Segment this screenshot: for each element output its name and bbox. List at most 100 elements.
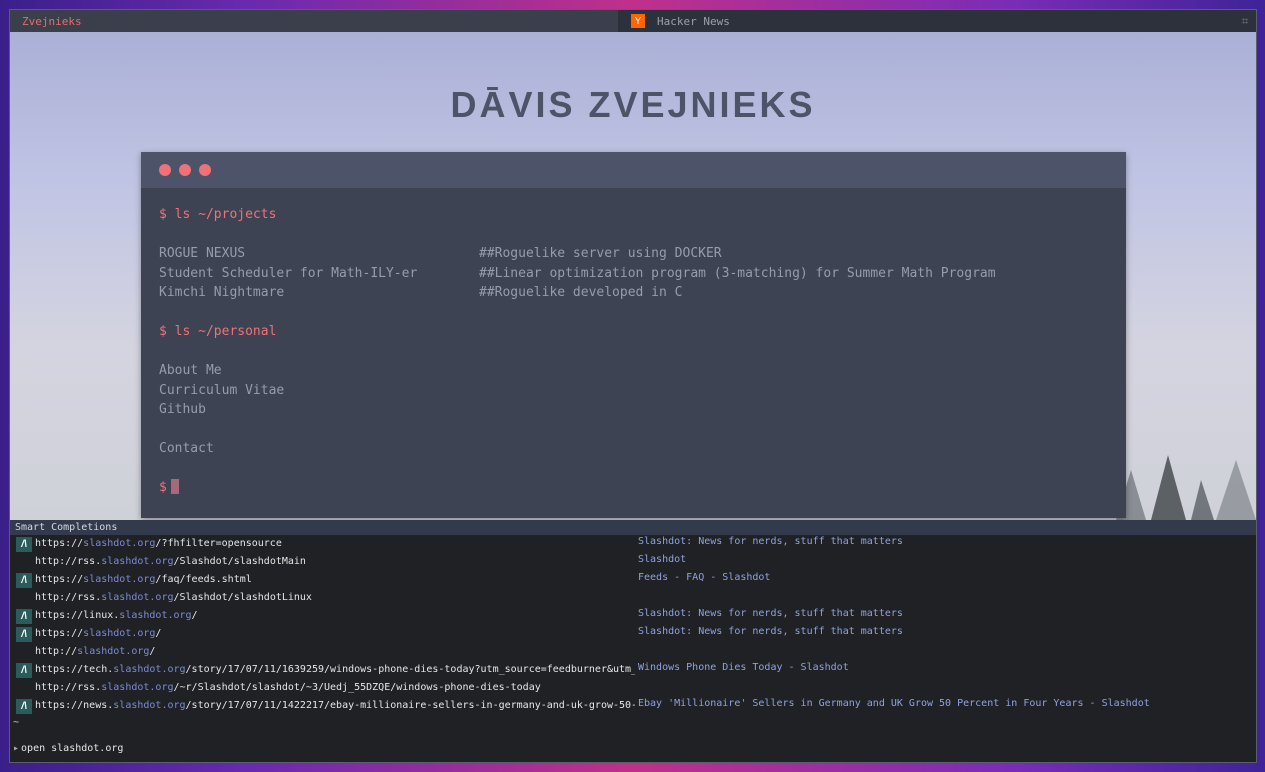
project-description: ##Roguelike server using DOCKER [479,246,722,261]
url-prefix: https://tech. [35,664,114,675]
url-rest: / [149,646,156,657]
url-prefix: https:// [35,574,84,585]
url-host-match: slashdot.org [113,664,186,675]
completion-url: http://rss.slashdot.org/Slashdot/slashdo… [35,589,635,607]
terminal-body: $ ls ~/projects ROGUE NEXUS ##Roguelike … [159,188,1108,498]
completion-title: Ebay 'Millionaire' Sellers in Germany an… [638,698,1150,709]
slashdot-favicon-icon: /\ [16,573,32,588]
close-dot-icon [159,164,171,176]
about-me-link[interactable]: About Me [159,361,1108,381]
url-rest: /?fhfilter=opensource [155,538,282,549]
project-description: ##Roguelike developed in C [479,285,683,300]
completion-url: https://linux.slashdot.org/ [35,607,635,625]
completion-url: http://slashdot.org/ [35,643,635,661]
tab-zvejnieks[interactable]: Zvejnieks [10,10,618,32]
completion-title: Slashdot [638,554,687,565]
completion-url: https://slashdot.org/?fhfilter=opensourc… [35,535,635,553]
personal-command: $ ls ~/personal [159,324,277,339]
completion-item[interactable]: /\ https://news.slashdot.org/story/17/07/… [10,697,1256,715]
url-host-match: slashdot.org [101,682,174,693]
completion-title: Slashdot: News for nerds, stuff that mat… [638,608,903,619]
url-rest: /~r/Slashdot/slashdot/~3/Uedj_55DZQE/win… [173,682,541,693]
terminal-card: $ ls ~/projects ROGUE NEXUS ##Roguelike … [141,152,1126,518]
url-rest: / [191,610,198,621]
url-host-match: slashdot.org [83,628,156,639]
completion-title: Slashdot: News for nerds, stuff that mat… [638,536,903,547]
url-prefix: http://rss. [35,592,102,603]
url-rest: /faq/feeds.shtml [155,574,252,585]
completion-item[interactable]: /\ https://linux.slashdot.org/Slashdot: N… [10,607,1256,625]
url-prefix: https:// [35,628,84,639]
slashdot-favicon-icon: /\ [16,627,32,642]
completion-url: https://slashdot.org/ [35,625,635,643]
completion-title: Feeds - FAQ - Slashdot [638,572,771,583]
tab-hacker-news[interactable]: Y Hacker News [618,10,1224,32]
url-prefix: https://news. [35,700,114,711]
url-host-match: slashdot.org [119,610,192,621]
completion-item[interactable]: /\ https://slashdot.org/Slashdot: News fo… [10,625,1256,643]
completion-url: https://slashdot.org/faq/feeds.shtml [35,571,635,589]
url-host-match: slashdot.org [77,646,150,657]
url-prefix: http:// [35,646,78,657]
url-host-match: slashdot.org [83,574,156,585]
project-description: ##Linear optimization program (3-matchin… [479,265,996,281]
url-prefix: http://rss. [35,682,102,693]
url-prefix: http://rss. [35,556,102,567]
completion-url: https://tech.slashdot.org/story/17/07/11… [35,661,635,679]
url-host-match: slashdot.org [101,556,174,567]
github-link[interactable]: Github [159,400,1108,420]
tab-menu-icon[interactable]: ⌗ [1238,14,1252,28]
url-rest: / [155,628,162,639]
cursor-block [170,479,179,494]
tab-title: Hacker News [657,14,730,28]
url-prefix: https://linux. [35,610,120,621]
project-row[interactable]: Student Scheduler for Math-ILY-er ##Line… [159,264,1108,284]
prompt-symbol: $ [159,480,167,495]
project-link[interactable]: Student Scheduler for Math-ILY-er [159,266,417,281]
completion-panel: Smart Completions /\ https://slashdot.org… [10,520,1256,762]
contact-link[interactable]: Contact [159,439,1108,459]
completion-item[interactable]: http://rss.slashdot.org/Slashdot/slashdo… [10,589,1256,607]
command-line[interactable]: ▸ open slashdot.org [13,743,123,754]
completion-header: Smart Completions [10,520,1256,535]
url-host-match: slashdot.org [113,700,186,711]
completion-list: /\ https://slashdot.org/?fhfilter=opensou… [10,535,1256,715]
site-title: DĀVIS ZVEJNIEKS [450,84,816,125]
url-rest: /story/17/07/11/1422217/ebay-millionaire… [185,700,635,711]
slashdot-favicon-icon: /\ [16,699,32,714]
prompt-arrow-icon: ▸ [13,743,20,754]
completion-url: http://rss.slashdot.org/~r/Slashdot/slas… [35,679,635,697]
url-prefix: https:// [35,538,84,549]
completion-title: Slashdot: News for nerds, stuff that mat… [638,626,903,637]
tilde-marker: ~ [13,717,20,728]
terminal-header [141,152,1126,188]
maximize-dot-icon [199,164,211,176]
completion-url: http://rss.slashdot.org/Slashdot/slashdo… [35,553,635,571]
command-input[interactable]: open slashdot.org [21,743,123,754]
completion-item[interactable]: http://slashdot.org/ [10,643,1256,661]
projects-command: $ ls ~/projects [159,207,277,222]
project-link[interactable]: Kimchi Nightmare [159,285,284,300]
completion-item[interactable]: /\ https://slashdot.org/faq/feeds.shtml Fe… [10,571,1256,589]
slashdot-favicon-icon: /\ [16,663,32,678]
url-rest: /Slashdot/slashdotMain [173,556,306,567]
project-row[interactable]: Kimchi Nightmare ##Roguelike developed i… [159,283,1108,303]
completion-item[interactable]: /\ https://tech.slashdot.org/story/17/07/… [10,661,1256,679]
url-host-match: slashdot.org [83,538,156,549]
minimize-dot-icon [179,164,191,176]
hacker-news-favicon-icon: Y [631,14,645,28]
project-row[interactable]: ROGUE NEXUS ##Roguelike server using DOC… [159,244,1108,264]
completion-item[interactable]: http://rss.slashdot.org/Slashdot/slashdo… [10,553,1256,571]
url-host-match: slashdot.org [101,592,174,603]
slashdot-favicon-icon: /\ [16,609,32,624]
cv-link[interactable]: Curriculum Vitae [159,381,1108,401]
slashdot-favicon-icon: /\ [16,537,32,552]
terminal-prompt: $ [159,478,1108,498]
completion-title: Windows Phone Dies Today - Slashdot [638,662,849,673]
completion-item[interactable]: /\ https://slashdot.org/?fhfilter=opensou… [10,535,1256,553]
browser-window: Zvejnieks Y Hacker News ⌗ DĀVIS ZVEJNIEK… [9,9,1257,763]
url-rest: /Slashdot/slashdotLinux [173,592,312,603]
tab-title: Zvejnieks [22,14,82,28]
completion-url: https://news.slashdot.org/story/17/07/11… [35,697,635,715]
project-link[interactable]: ROGUE NEXUS [159,246,245,261]
